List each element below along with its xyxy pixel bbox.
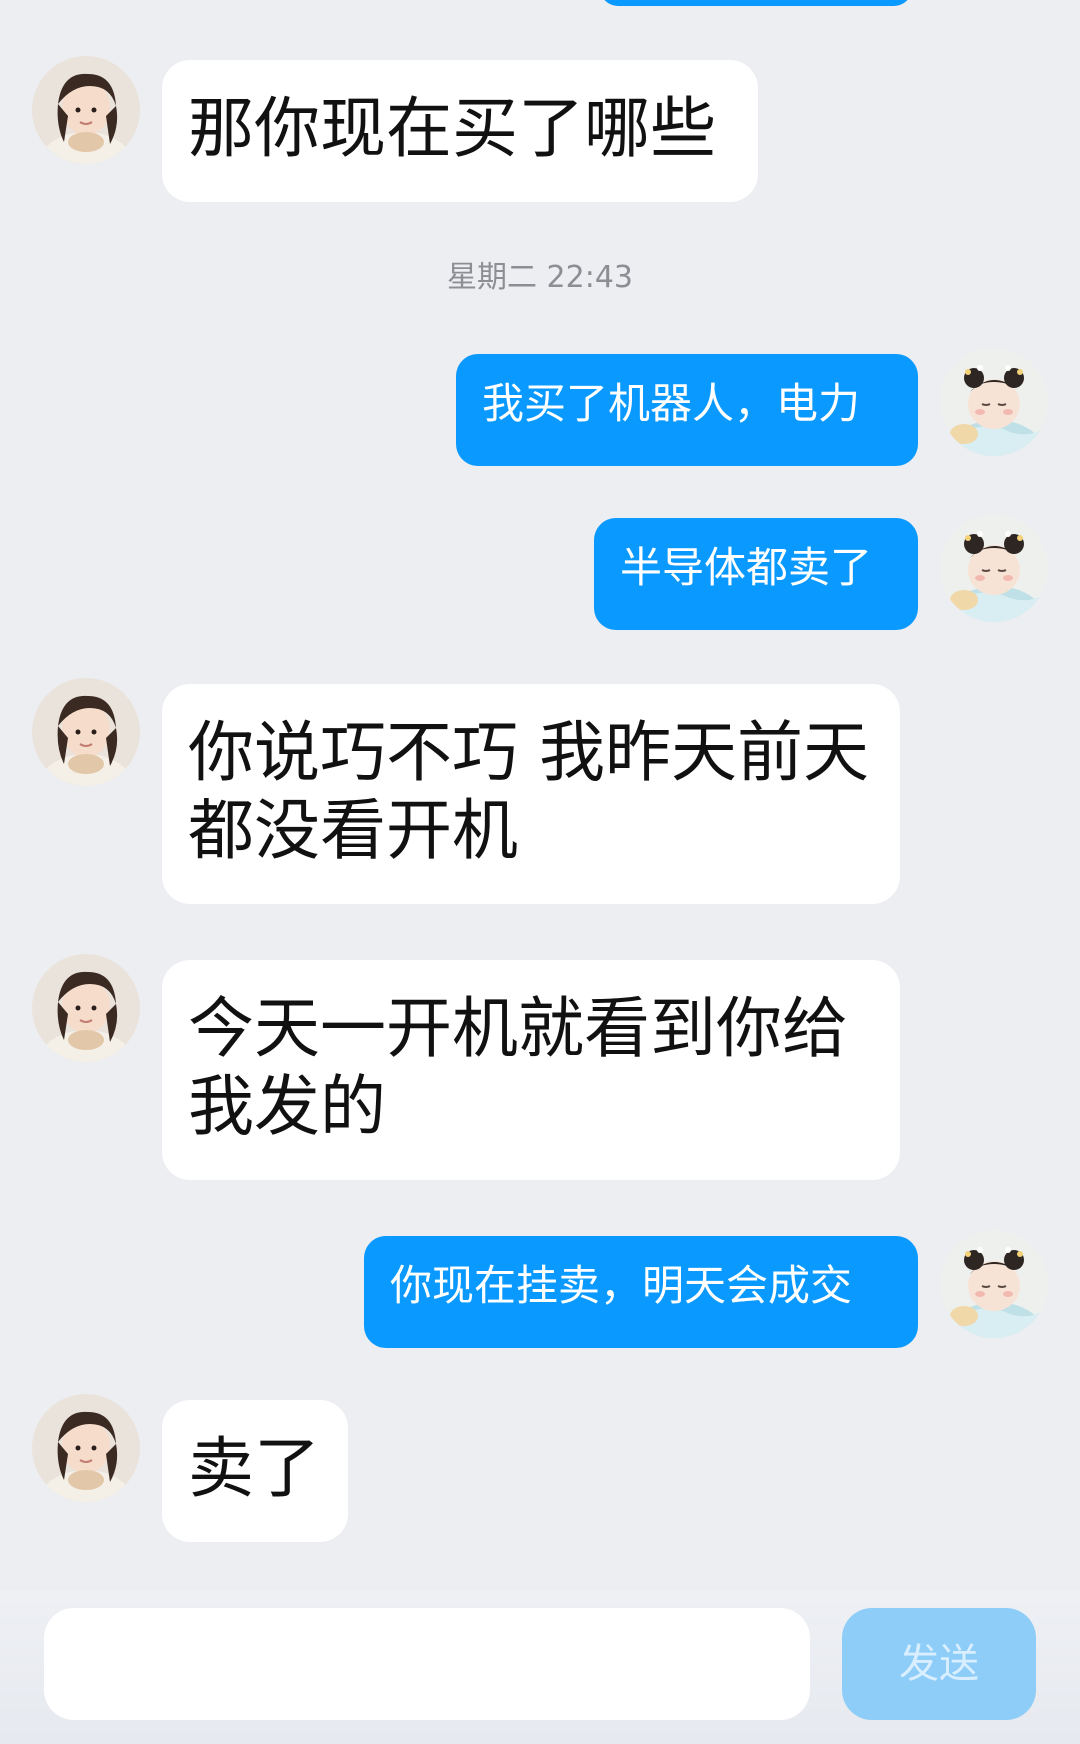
contact-avatar[interactable] bbox=[32, 1394, 140, 1502]
message-bubble-outgoing[interactable]: 我买了机器人，电力 bbox=[456, 354, 918, 466]
message-bubble-incoming[interactable]: 你说巧不巧 我昨天前天都没看开机 bbox=[162, 684, 900, 904]
contact-avatar-image bbox=[32, 954, 140, 1062]
send-button[interactable]: 发送 bbox=[842, 1608, 1036, 1720]
my-avatar[interactable] bbox=[940, 348, 1048, 456]
message-text: 卖了 bbox=[188, 1430, 320, 1507]
message-list[interactable]: 那你现在买了哪些 星期二 22:43 我买了机器人，电力 半导体都卖了 你说巧不… bbox=[0, 0, 1080, 1590]
my-avatar-image bbox=[940, 1230, 1048, 1338]
message-input[interactable] bbox=[44, 1608, 810, 1720]
my-avatar-image bbox=[940, 348, 1048, 456]
outgoing-bubble-partial[interactable] bbox=[600, 0, 912, 6]
message-text: 你说巧不巧 我昨天前天都没看开机 bbox=[188, 714, 869, 869]
message-bubble-incoming[interactable]: 卖了 bbox=[162, 1400, 348, 1542]
message-timestamp: 星期二 22:43 bbox=[447, 260, 633, 295]
contact-avatar-image bbox=[32, 1394, 140, 1502]
message-text: 我买了机器人，电力 bbox=[482, 379, 861, 428]
my-avatar[interactable] bbox=[940, 514, 1048, 622]
message-text: 那你现在买了哪些 bbox=[188, 90, 716, 167]
message-bubble-outgoing[interactable]: 你现在挂卖，明天会成交 bbox=[364, 1236, 918, 1348]
message-bubble-incoming[interactable]: 今天一开机就看到你给我发的 bbox=[162, 960, 900, 1180]
my-avatar[interactable] bbox=[940, 1230, 1048, 1338]
contact-avatar-image bbox=[32, 678, 140, 786]
message-bubble-outgoing[interactable]: 半导体都卖了 bbox=[594, 518, 918, 630]
chat-screen: 那你现在买了哪些 星期二 22:43 我买了机器人，电力 半导体都卖了 你说巧不… bbox=[0, 0, 1080, 1744]
contact-avatar[interactable] bbox=[32, 954, 140, 1062]
my-avatar-image bbox=[940, 514, 1048, 622]
contact-avatar[interactable] bbox=[32, 56, 140, 164]
message-text: 今天一开机就看到你给我发的 bbox=[188, 990, 848, 1145]
message-text: 你现在挂卖，明天会成交 bbox=[390, 1261, 853, 1310]
message-text: 半导体都卖了 bbox=[620, 543, 873, 592]
contact-avatar[interactable] bbox=[32, 678, 140, 786]
composer-bar: 发送 bbox=[0, 1590, 1080, 1744]
contact-avatar-image bbox=[32, 56, 140, 164]
message-bubble-incoming[interactable]: 那你现在买了哪些 bbox=[162, 60, 758, 202]
